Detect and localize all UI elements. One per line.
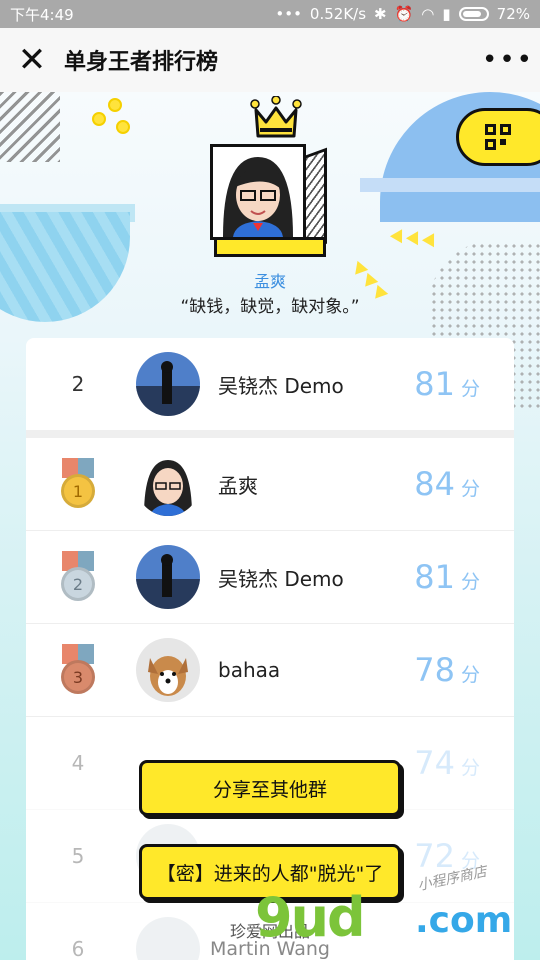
score-value: 78 [414, 651, 455, 689]
avatar [136, 638, 200, 702]
cell-signal-icon: ▮ [442, 5, 451, 23]
score-value: 81 [414, 558, 455, 596]
champion-name: 孟爽 [253, 272, 286, 291]
silver-medal-icon: 2 [26, 551, 130, 603]
rank-number: 4 [71, 751, 85, 775]
crown-icon [250, 96, 302, 138]
rank-number: 2 [71, 372, 85, 396]
watermark: 9ud .com 小程序商店 [255, 864, 512, 949]
triangle-decoration [421, 233, 441, 251]
avatar-pedestal [214, 237, 326, 257]
yellow-dot-decoration [92, 112, 106, 126]
list-item[interactable]: 1 孟爽 84 分 [26, 438, 514, 531]
qr-code-button[interactable] [456, 108, 540, 166]
score-unit: 分 [460, 378, 480, 400]
yellow-dot-decoration [116, 120, 130, 134]
avatar [136, 452, 200, 516]
score-unit: 分 [460, 757, 480, 779]
qr-code-icon [485, 124, 511, 150]
avatar [136, 352, 200, 416]
player-score: 74 分 [414, 744, 480, 782]
battery-percent: 72% [496, 5, 530, 23]
self-row[interactable]: 2 吴铙杰 Demo 81 分 [26, 338, 514, 430]
player-score: 78 分 [414, 651, 480, 689]
rank-number: 5 [71, 844, 85, 868]
score-unit: 分 [460, 571, 480, 593]
status-bar: 下午4:49 ••• 0.52K/s ✱ ⏰ ◠ ▮ 72% [0, 0, 540, 28]
battery-icon [458, 7, 489, 21]
bluetooth-icon: ✱ [374, 5, 387, 23]
wifi-icon: ◠ [421, 5, 435, 23]
score-value: 74 [414, 744, 455, 782]
champion-quote: “缺钱，缺觉，缺对象。” [180, 297, 360, 317]
list-item[interactable]: 2 吴铙杰 Demo 81 分 [26, 531, 514, 624]
gold-medal-icon: 1 [26, 458, 130, 510]
section-divider [26, 430, 514, 438]
player-name: 吴铙杰 Demo [218, 566, 344, 591]
avatar [136, 545, 200, 609]
blue-band-decoration [360, 178, 540, 192]
nav-bar: ✕ 单身王者排行榜 ••• [0, 28, 540, 92]
share-to-group-button[interactable]: 分享至其他群 [139, 760, 401, 816]
player-score: 84 分 [414, 465, 480, 503]
yellow-dot-decoration [108, 98, 122, 112]
champion-avatar[interactable] [210, 144, 306, 240]
player-score: 81 分 [414, 365, 480, 403]
list-item[interactable]: 3 bahaa 78 分 [26, 624, 514, 717]
network-speed: 0.52K/s [309, 5, 367, 23]
watermark-domain: .com [415, 900, 513, 941]
watermark-logo: 9ud [255, 886, 366, 949]
score-unit: 分 [460, 664, 480, 686]
hatch-decoration [0, 92, 60, 162]
status-time: 下午4:49 [10, 5, 74, 24]
signal-dots-icon: ••• [275, 5, 302, 23]
close-icon[interactable]: ✕ [0, 28, 64, 92]
hero-area: 孟爽 “缺钱，缺觉，缺对象。” 2 吴铙杰 Demo 81 分 1 孟爽 84 分… [0, 92, 540, 960]
page-title: 单身王者排行榜 [64, 50, 219, 75]
player-name: 吴铙杰 Demo [218, 373, 344, 398]
score-value: 81 [414, 365, 455, 403]
score-value: 84 [414, 465, 455, 503]
alarm-icon: ⏰ [394, 5, 414, 23]
more-options-icon[interactable]: ••• [476, 28, 540, 92]
player-name: 孟爽 [218, 473, 258, 498]
player-score: 81 分 [414, 558, 480, 596]
player-name: bahaa [218, 658, 281, 682]
bronze-medal-icon: 3 [26, 644, 130, 696]
score-unit: 分 [460, 478, 480, 500]
